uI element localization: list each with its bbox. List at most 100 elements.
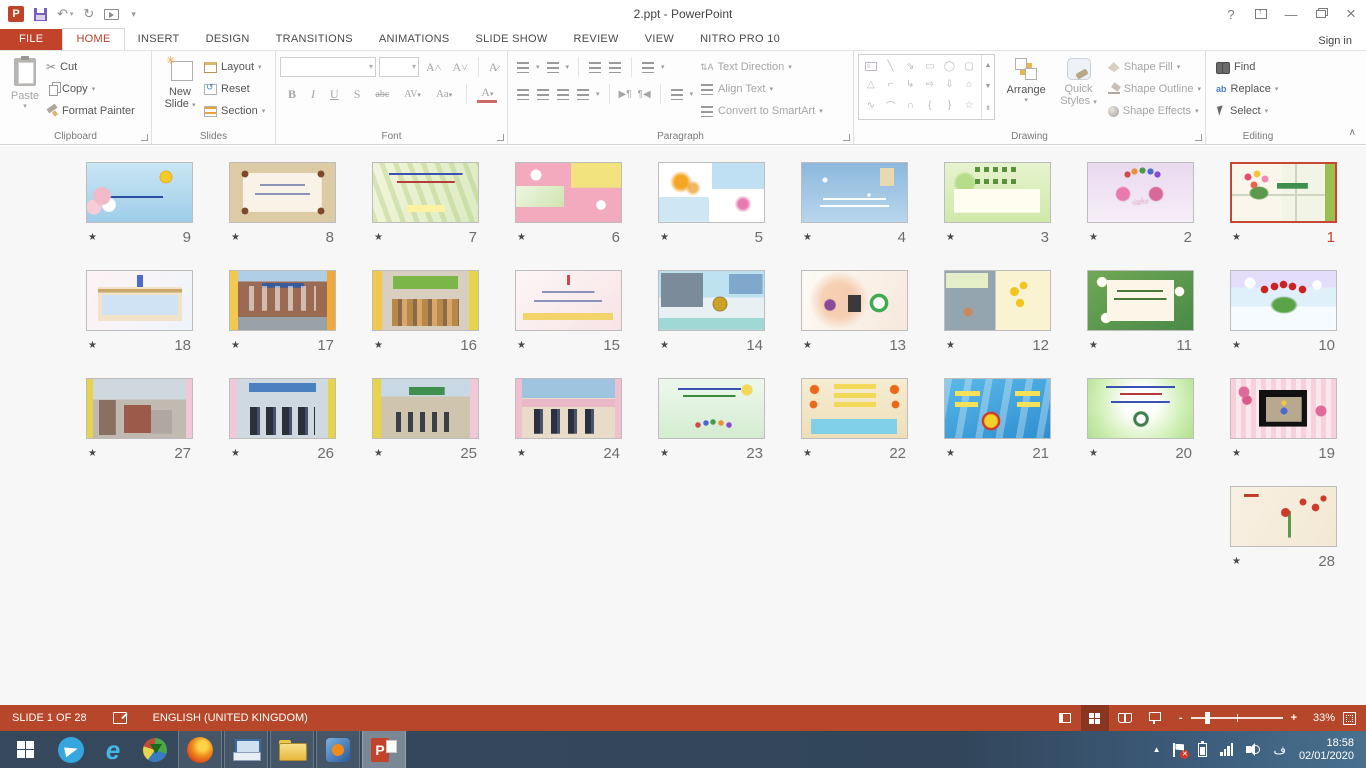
taskbar-internet-explorer-icon[interactable]: e bbox=[92, 731, 134, 768]
animation-star-icon[interactable]: ★ bbox=[946, 340, 955, 351]
animation-star-icon[interactable]: ★ bbox=[88, 232, 97, 243]
slide-thumbnail-18[interactable] bbox=[86, 270, 193, 331]
corner-shape-icon[interactable]: ⌂ bbox=[966, 79, 972, 90]
tab-design[interactable]: DESIGN bbox=[193, 29, 263, 50]
right-brace-shape-icon[interactable]: } bbox=[948, 100, 951, 111]
animation-star-icon[interactable]: ★ bbox=[803, 448, 812, 459]
animation-star-icon[interactable]: ★ bbox=[1232, 556, 1241, 567]
ribbon-display-options-icon[interactable] bbox=[1246, 3, 1276, 25]
taskbar-on-screen-keyboard-icon[interactable] bbox=[224, 731, 268, 768]
cut-button[interactable]: ✂Cut bbox=[46, 56, 135, 78]
character-spacing-button[interactable]: AV▾ bbox=[400, 89, 425, 100]
slide-thumbnail-23[interactable] bbox=[658, 378, 765, 439]
animation-star-icon[interactable]: ★ bbox=[1232, 448, 1241, 459]
shape-effects-button[interactable]: Shape Effects▾ bbox=[1108, 100, 1201, 122]
slide-thumbnail-1[interactable] bbox=[1230, 162, 1337, 223]
battery-icon[interactable] bbox=[1198, 743, 1207, 757]
rectangle-shape-icon[interactable]: ▭ bbox=[925, 61, 934, 72]
slide-thumbnail-10[interactable] bbox=[1230, 270, 1337, 331]
find-button[interactable]: Find bbox=[1216, 56, 1306, 78]
paragraph-dialog-launcher-icon[interactable] bbox=[843, 134, 850, 141]
shapes-scrollbar[interactable]: ▲▼⇟ bbox=[981, 55, 994, 119]
slide-thumbnail-8[interactable] bbox=[229, 162, 336, 223]
animation-star-icon[interactable]: ★ bbox=[231, 340, 240, 351]
underline-button[interactable]: U bbox=[326, 87, 343, 102]
zoom-percentage[interactable]: 33% bbox=[1307, 712, 1335, 724]
language-indicator[interactable]: ENGLISH (UNITED KINGDOM) bbox=[153, 712, 308, 724]
close-icon[interactable]: × bbox=[1336, 3, 1366, 25]
convert-smartart-button[interactable]: Convert to SmartArt▾ bbox=[700, 100, 823, 122]
quick-styles-button[interactable]: Quick Styles ▾ bbox=[1057, 54, 1100, 128]
shadow-button[interactable]: S bbox=[350, 87, 365, 102]
italic-button[interactable]: I bbox=[307, 87, 319, 102]
tab-transitions[interactable]: TRANSITIONS bbox=[263, 29, 366, 50]
tab-file[interactable]: FILE bbox=[0, 29, 62, 50]
animation-star-icon[interactable]: ★ bbox=[374, 448, 383, 459]
zoom-out-icon[interactable]: - bbox=[1179, 712, 1183, 724]
font-size-input[interactable] bbox=[379, 57, 419, 77]
animation-star-icon[interactable]: ★ bbox=[1232, 340, 1241, 351]
slide-thumbnail-16[interactable] bbox=[372, 270, 479, 331]
drawing-dialog-launcher-icon[interactable] bbox=[1195, 134, 1202, 141]
slide-thumbnail-19[interactable] bbox=[1230, 378, 1337, 439]
slide-thumbnail-25[interactable] bbox=[372, 378, 479, 439]
animation-star-icon[interactable]: ★ bbox=[517, 340, 526, 351]
text-box-shape-icon[interactable]: ≡ bbox=[865, 62, 877, 71]
help-icon[interactable]: ? bbox=[1216, 3, 1246, 25]
tray-clock[interactable]: 18:58 02/01/2020 bbox=[1299, 737, 1354, 763]
show-hidden-icons-icon[interactable]: ▲ bbox=[1153, 745, 1161, 754]
animation-star-icon[interactable]: ★ bbox=[517, 448, 526, 459]
volume-icon[interactable] bbox=[1246, 743, 1260, 756]
oval-shape-icon[interactable]: ◯ bbox=[944, 61, 955, 72]
minimize-icon[interactable]: — bbox=[1276, 3, 1306, 25]
input-language-indicator[interactable]: ف bbox=[1273, 743, 1285, 757]
down-arrow-shape-icon[interactable]: ⇩ bbox=[945, 79, 953, 90]
scribble-shape-icon[interactable]: ∿ bbox=[867, 100, 875, 111]
animation-star-icon[interactable]: ★ bbox=[946, 448, 955, 459]
undo-icon[interactable]: ↶▾ bbox=[57, 6, 73, 22]
tab-view[interactable]: VIEW bbox=[632, 29, 687, 50]
start-from-beginning-icon[interactable] bbox=[104, 9, 119, 20]
taskbar-idm-icon[interactable] bbox=[134, 731, 176, 768]
rtl-direction-icon[interactable]: ¶◀ bbox=[638, 89, 651, 100]
notes-icon[interactable] bbox=[113, 712, 127, 724]
zoom-in-icon[interactable]: + bbox=[1291, 712, 1297, 724]
fit-slide-to-window-icon[interactable] bbox=[1343, 712, 1356, 725]
start-button[interactable] bbox=[0, 731, 50, 768]
animation-star-icon[interactable]: ★ bbox=[803, 340, 812, 351]
taskbar-powerpoint-icon[interactable] bbox=[362, 731, 406, 768]
animation-star-icon[interactable]: ★ bbox=[803, 232, 812, 243]
sign-in-link[interactable]: Sign in bbox=[1318, 35, 1352, 47]
align-right-icon[interactable] bbox=[556, 88, 570, 100]
slide-thumbnail-9[interactable] bbox=[86, 162, 193, 223]
slide-thumbnail-24[interactable] bbox=[515, 378, 622, 439]
restore-icon[interactable] bbox=[1306, 3, 1336, 25]
tab-review[interactable]: REVIEW bbox=[561, 29, 632, 50]
slide-thumbnail-26[interactable] bbox=[229, 378, 336, 439]
save-icon[interactable] bbox=[34, 8, 47, 21]
line-shape-icon[interactable]: ╲ bbox=[887, 61, 893, 72]
slide-thumbnail-22[interactable] bbox=[801, 378, 908, 439]
align-center-icon[interactable] bbox=[536, 88, 550, 100]
slide-thumbnail-15[interactable] bbox=[515, 270, 622, 331]
star-shape-icon[interactable]: ☆ bbox=[965, 100, 974, 111]
triangle-shape-icon[interactable]: △ bbox=[867, 79, 875, 90]
slide-thumbnail-6[interactable] bbox=[515, 162, 622, 223]
tab-home[interactable]: HOME bbox=[62, 28, 124, 50]
right-arrow-shape-icon[interactable]: ⇨ bbox=[926, 79, 934, 90]
slide-thumbnail-20[interactable] bbox=[1087, 378, 1194, 439]
font-dialog-launcher-icon[interactable] bbox=[497, 134, 504, 141]
elbow-arrow-shape-icon[interactable]: ↳ bbox=[906, 79, 914, 90]
text-direction-button[interactable]: ⇅AText Direction▾ bbox=[700, 56, 823, 78]
elbow-shape-icon[interactable]: ⌐ bbox=[888, 79, 894, 90]
slide-thumbnail-4[interactable] bbox=[801, 162, 908, 223]
slide-thumbnail-7[interactable] bbox=[372, 162, 479, 223]
shape-fill-button[interactable]: Shape Fill▾ bbox=[1108, 56, 1201, 78]
tab-slide-show[interactable]: SLIDE SHOW bbox=[462, 29, 560, 50]
animation-star-icon[interactable]: ★ bbox=[660, 448, 669, 459]
shape-outline-button[interactable]: Shape Outline▾ bbox=[1108, 78, 1201, 100]
animation-star-icon[interactable]: ★ bbox=[946, 232, 955, 243]
slide-thumbnail-3[interactable] bbox=[944, 162, 1051, 223]
slide-thumbnail-2[interactable]: تعاون bbox=[1087, 162, 1194, 223]
format-painter-button[interactable]: Format Painter bbox=[46, 100, 135, 122]
